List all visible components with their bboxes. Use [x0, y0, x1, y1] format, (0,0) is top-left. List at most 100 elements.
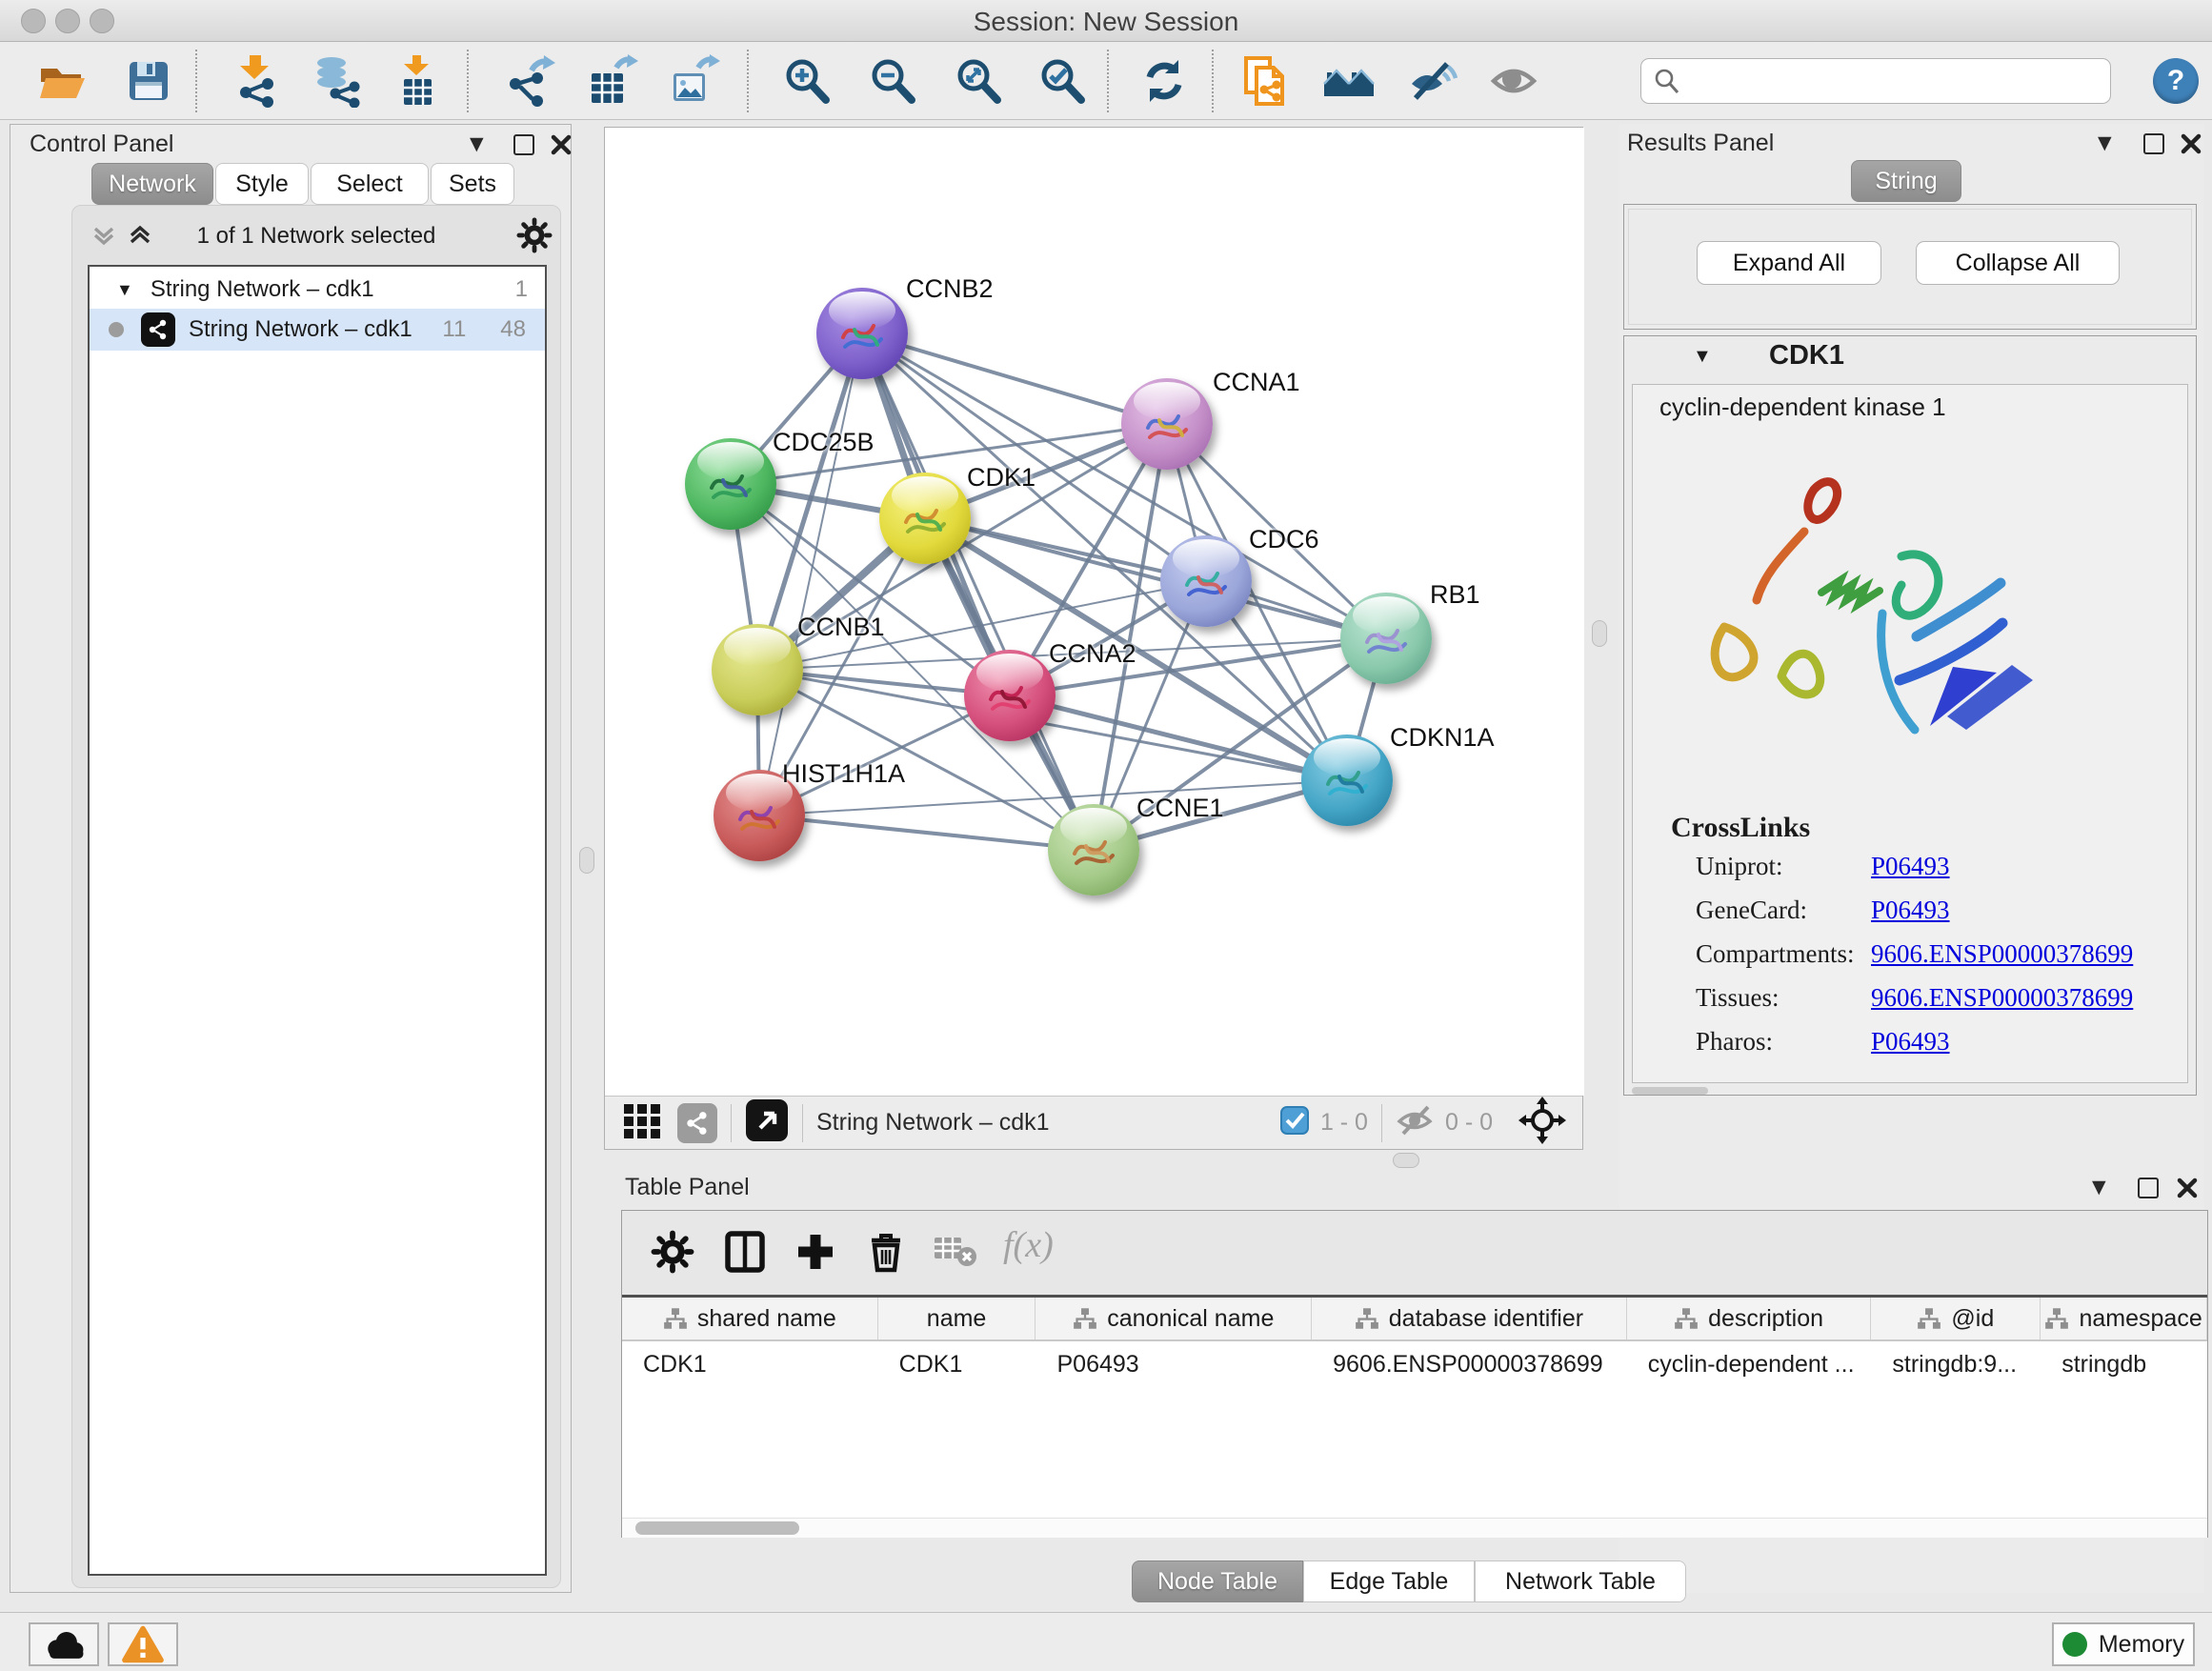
import-network-file-icon[interactable] — [229, 54, 282, 108]
collapse-all-button[interactable]: Collapse All — [1916, 241, 2120, 285]
network-node-CCNE1[interactable] — [1048, 804, 1139, 896]
bottom-splitter-handle[interactable] — [1393, 1153, 1419, 1168]
column-header-description[interactable]: description — [1627, 1298, 1872, 1339]
duplicate-network-icon[interactable] — [1238, 54, 1292, 108]
tab-style[interactable]: Style — [215, 163, 309, 205]
edge-CCNB2-HIST1H1A[interactable] — [759, 333, 862, 815]
column-header-namespace[interactable]: namespace — [2041, 1298, 2207, 1339]
network-node-CDC6[interactable] — [1160, 535, 1252, 627]
network-node-CDKN1A[interactable] — [1301, 735, 1393, 826]
tab-sets[interactable]: Sets — [431, 163, 514, 205]
export-network-icon[interactable] — [503, 54, 556, 108]
crosslink-link[interactable]: 9606.ENSP00000378699 — [1871, 939, 2133, 969]
houses-icon[interactable] — [1322, 54, 1376, 108]
results-panel-close-icon[interactable] — [2180, 132, 2202, 160]
crosshair-navigate-icon[interactable] — [1518, 1096, 1567, 1150]
selected-count: 1 - 0 — [1320, 1109, 1368, 1137]
crosslink-link[interactable]: P06493 — [1871, 852, 1950, 881]
table-cell[interactable]: stringdb:9... — [1871, 1343, 2041, 1385]
birdseye-view-icon[interactable] — [745, 1098, 789, 1147]
table-cell[interactable]: CDK1 — [878, 1343, 1036, 1385]
left-splitter-handle[interactable] — [579, 847, 594, 874]
crosslink-link[interactable]: 9606.ENSP00000378699 — [1871, 983, 2133, 1013]
open-session-icon[interactable] — [36, 54, 90, 108]
search-input[interactable] — [1681, 68, 2091, 94]
grid-view-icon[interactable] — [622, 1100, 662, 1145]
entry-collapse-icon[interactable]: ▼ — [1693, 346, 1712, 368]
zoom-out-icon[interactable] — [867, 54, 920, 108]
table-cell[interactable]: P06493 — [1036, 1343, 1312, 1385]
network-node-RB1[interactable] — [1340, 593, 1432, 684]
warning-status-button[interactable] — [108, 1622, 178, 1666]
hide-selected-eye-slash-icon[interactable] — [1404, 54, 1458, 108]
network-tree-root-row[interactable]: ▼ String Network – cdk1 1 — [90, 269, 545, 311]
function-builder-fx[interactable]: f(x) — [1003, 1224, 1054, 1266]
network-node-CCNB1[interactable] — [712, 624, 803, 715]
tab-edge-table[interactable]: Edge Table — [1303, 1560, 1475, 1602]
node-label-CCNA1: CCNA1 — [1213, 368, 1300, 397]
table-cell[interactable]: stringdb — [2041, 1343, 2207, 1385]
tree-collapse-icon[interactable]: ▼ — [116, 280, 133, 300]
network-node-CCNA1[interactable] — [1121, 378, 1213, 470]
table-scroll-thumb[interactable] — [635, 1521, 799, 1535]
zoom-selected-icon[interactable] — [1036, 54, 1090, 108]
toolbar-separator — [731, 1104, 732, 1142]
network-canvas[interactable]: CCNB2CCNA1CDC25BCDK1CDC6RB1CCNB1CCNA2CDK… — [605, 128, 1584, 1096]
column-header-canonical-name[interactable]: canonical name — [1036, 1298, 1312, 1339]
share-network-icon[interactable] — [677, 1103, 717, 1143]
show-all-eye-icon[interactable] — [1488, 54, 1541, 108]
crosslink-link[interactable]: P06493 — [1871, 1027, 1950, 1057]
export-image-icon[interactable] — [667, 54, 720, 108]
cloud-status-button[interactable] — [29, 1622, 99, 1666]
edge-HIST1H1A-CCNE1[interactable] — [759, 815, 1094, 850]
memory-button[interactable]: Memory — [2052, 1622, 2195, 1666]
results-panel-float-icon[interactable]: ▼ — [2098, 132, 2112, 153]
selected-checkbox-icon[interactable] — [1280, 1106, 1309, 1139]
tab-network-table[interactable]: Network Table — [1475, 1560, 1686, 1602]
table-settings-gear-icon[interactable] — [651, 1230, 694, 1278]
export-table-icon[interactable] — [585, 54, 638, 108]
table-cell[interactable]: 9606.ENSP00000378699 — [1312, 1343, 1627, 1385]
save-session-icon[interactable] — [122, 54, 175, 108]
column-header-database-identifier[interactable]: database identifier — [1312, 1298, 1627, 1339]
table-row[interactable]: CDK1CDK1P064939606.ENSP00000378699cyclin… — [622, 1343, 2207, 1385]
expand-all-button[interactable]: Expand All — [1697, 241, 1881, 285]
delete-column-trash-icon[interactable] — [864, 1230, 908, 1278]
help-button[interactable]: ? — [2153, 58, 2199, 104]
network-node-CDK1[interactable] — [879, 473, 971, 564]
hidden-eye-slash-icon[interactable] — [1396, 1102, 1436, 1143]
network-tree-child-row[interactable]: String Network – cdk1 11 48 — [90, 309, 545, 351]
network-node-CDC25B[interactable] — [685, 438, 776, 530]
refresh-icon[interactable] — [1137, 54, 1191, 108]
right-splitter-handle[interactable] — [1592, 620, 1607, 647]
crosslink-link[interactable]: P06493 — [1871, 896, 1950, 925]
table-cell[interactable]: cyclin-dependent ... — [1627, 1343, 1872, 1385]
results-panel-maximize-icon[interactable] — [2143, 133, 2164, 154]
network-node-CCNB2[interactable] — [816, 288, 908, 379]
column-header--id[interactable]: @id — [1871, 1298, 2041, 1339]
table-horizontal-scrollbar[interactable] — [622, 1518, 2207, 1538]
tab-string[interactable]: String — [1851, 160, 1961, 202]
network-options-gear-icon[interactable] — [516, 217, 553, 258]
table-cell[interactable]: CDK1 — [622, 1343, 878, 1385]
results-hscroll-thumb[interactable] — [1632, 1087, 1708, 1095]
control-panel-close-icon[interactable] — [550, 133, 573, 161]
tab-node-table[interactable]: Node Table — [1132, 1560, 1303, 1602]
table-panel-close-icon[interactable] — [2176, 1177, 2199, 1204]
control-panel-float-icon[interactable]: ▼ — [470, 133, 484, 154]
tab-network[interactable]: Network — [91, 163, 213, 205]
zoom-in-icon[interactable] — [781, 54, 835, 108]
table-panel-maximize-icon[interactable] — [2138, 1178, 2159, 1198]
import-network-database-icon[interactable] — [309, 54, 362, 108]
table-panel-float-icon[interactable]: ▼ — [2092, 1177, 2106, 1198]
zoom-fit-icon[interactable] — [953, 54, 1006, 108]
tab-select[interactable]: Select — [311, 163, 429, 205]
network-node-CCNA2[interactable] — [964, 650, 1056, 741]
delete-table-icon[interactable] — [933, 1230, 978, 1275]
import-table-file-icon[interactable] — [391, 54, 444, 108]
control-panel-maximize-icon[interactable] — [513, 134, 534, 155]
column-header-shared-name[interactable]: shared name — [622, 1298, 878, 1339]
create-column-plus-icon[interactable] — [794, 1230, 837, 1278]
show-columns-icon[interactable] — [723, 1230, 767, 1278]
column-header-name[interactable]: name — [878, 1298, 1036, 1339]
